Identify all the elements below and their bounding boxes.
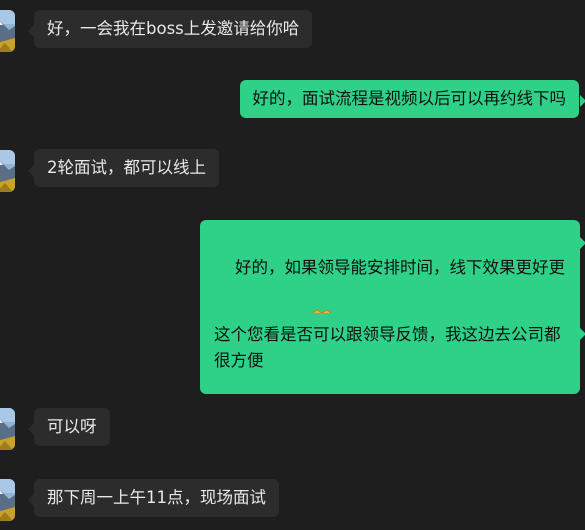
- message-row: 好的，面试流程是视频以后可以再约线下吗: [0, 60, 585, 140]
- contact-avatar[interactable]: [0, 10, 15, 52]
- message-row: 可以呀: [0, 395, 585, 465]
- received-message-bubble[interactable]: 2轮面试，都可以线上: [34, 149, 219, 187]
- contact-avatar[interactable]: [0, 150, 15, 192]
- message-row: 这个您看是否可以跟领导反馈，我这边去公司都很方便: [0, 300, 585, 395]
- contact-avatar[interactable]: [0, 408, 15, 450]
- contact-avatar[interactable]: [0, 479, 15, 521]
- sent-message-bubble[interactable]: 这个您看是否可以跟领导反馈，我这边去公司都很方便: [200, 313, 580, 383]
- received-message-bubble[interactable]: 可以呀: [34, 408, 110, 446]
- message-row: 那下周一上午11点，现场面试: [0, 465, 585, 530]
- message-row: 好，一会我在boss上发邀请给你哈: [0, 0, 585, 60]
- received-message-bubble[interactable]: 好，一会我在boss上发邀请给你哈: [34, 10, 313, 48]
- message-row: 好的，如果领导能安排时间，线下效果更好更充分一些: [0, 210, 585, 394]
- received-message-bubble[interactable]: 那下周一上午11点，现场面试: [34, 479, 279, 517]
- sent-message-bubble[interactable]: 好的，面试流程是视频以后可以再约线下吗: [239, 80, 579, 118]
- message-row: 2轮面试，都可以线上: [0, 140, 585, 210]
